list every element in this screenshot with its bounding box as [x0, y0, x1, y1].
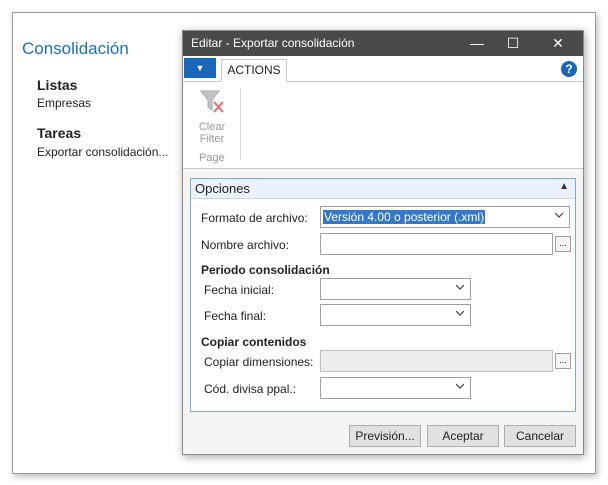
file-format-label: Formato de archivo:	[201, 211, 308, 225]
chevron-down-icon	[456, 284, 464, 290]
ok-button[interactable]: Aceptar	[427, 425, 499, 447]
clear-filter-button[interactable]: Clear Filter	[191, 88, 233, 145]
dialog-title-bar[interactable]: Editar - Exportar consolidación — ☐ ✕	[183, 31, 583, 56]
clear-filter-icon	[199, 90, 224, 113]
tasks-item-export[interactable]: Exportar consolidación...	[37, 145, 168, 159]
file-name-label: Nombre archivo:	[201, 238, 290, 252]
chevron-down-icon	[456, 310, 464, 316]
copy-contents-heading: Copiar contenidos	[201, 335, 307, 349]
currency-label: Cód. divisa ppal.:	[204, 382, 297, 396]
start-date-label: Fecha inicial:	[204, 283, 275, 297]
tasks-heading: Tareas	[37, 125, 82, 141]
end-date-select[interactable]	[320, 304, 471, 326]
period-heading: Periodo consolidación	[201, 263, 330, 277]
help-icon[interactable]: ?	[561, 61, 577, 77]
clear-filter-label-1: Clear	[198, 121, 226, 133]
close-icon[interactable]: ✕	[547, 34, 569, 52]
preview-button[interactable]: Previsión...	[349, 425, 421, 447]
chevron-up-icon[interactable]: ▲	[559, 181, 569, 192]
chevron-down-icon	[456, 383, 464, 389]
chevron-down-icon	[555, 212, 563, 218]
file-name-input[interactable]	[320, 233, 553, 255]
clear-filter-label-2: Filter	[199, 133, 225, 145]
page-title: Consolidación	[22, 39, 129, 58]
maximize-icon[interactable]: ☐	[502, 34, 524, 52]
ribbon-tab-strip: ▼ ACTIONS ?	[183, 56, 583, 82]
ribbon-menu-button[interactable]: ▼	[184, 58, 216, 78]
cancel-button[interactable]: Cancelar	[504, 425, 576, 447]
copy-dimensions-label: Copiar dimensiones:	[204, 355, 314, 369]
copy-dimensions-input	[320, 350, 553, 372]
file-name-ellipsis-button[interactable]: ...	[555, 236, 571, 252]
options-header[interactable]: Opciones ▲	[191, 179, 575, 199]
dialog-window: Editar - Exportar consolidación — ☐ ✕ ▼ …	[182, 30, 584, 455]
lists-item-empresas[interactable]: Empresas	[37, 96, 91, 110]
tab-actions[interactable]: ACTIONS	[221, 59, 287, 82]
file-format-value: Versión 4.00 o posterior (.xml)	[323, 210, 486, 224]
currency-select[interactable]	[320, 377, 471, 399]
ribbon-group-label: Page	[199, 152, 225, 164]
dialog-title: Editar - Exportar consolidación	[191, 36, 355, 50]
file-format-select[interactable]: Versión 4.00 o posterior (.xml)	[320, 206, 570, 228]
copy-dimensions-ellipsis-button[interactable]: ...	[555, 353, 571, 369]
options-fasttab: Opciones ▲ Formato de archivo: Versión 4…	[190, 178, 576, 412]
start-date-select[interactable]	[320, 278, 471, 300]
ribbon-divider	[240, 88, 241, 160]
ribbon-panel: Clear Filter Page	[183, 82, 583, 169]
lists-heading: Listas	[37, 77, 78, 93]
options-title: Opciones	[195, 181, 250, 196]
end-date-label: Fecha final:	[204, 309, 267, 323]
minimize-icon[interactable]: —	[466, 34, 488, 52]
